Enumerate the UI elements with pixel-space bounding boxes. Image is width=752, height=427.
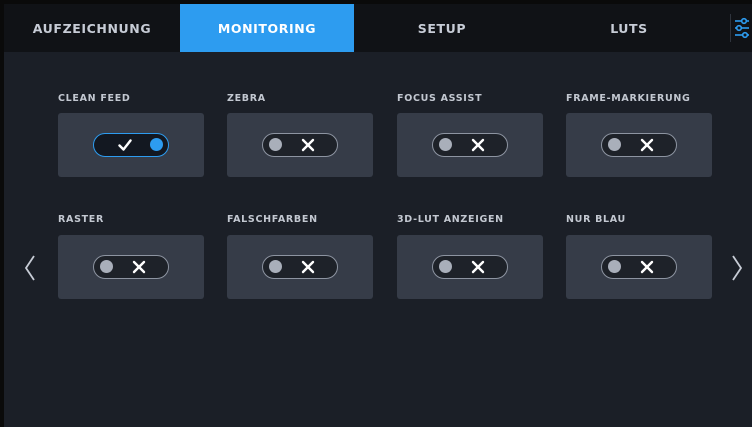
3d-lut-anzeigen-label: 3D-LUT ANZEIGEN <box>397 214 504 225</box>
raster-tile[interactable] <box>58 235 204 299</box>
nur-blau-toggle[interactable] <box>601 255 677 279</box>
falschfarben-tile[interactable] <box>227 235 373 299</box>
chevron-right-icon <box>732 255 743 281</box>
tab-bar: AUFZEICHNUNG MONITORING SETUP LUTS <box>4 4 752 52</box>
zebra-tile[interactable] <box>227 113 373 177</box>
raster-toggle[interactable] <box>93 255 169 279</box>
prev-page-button[interactable] <box>22 252 38 284</box>
frame-markierung-tile[interactable] <box>566 113 712 177</box>
3d-lut-anzeigen-toggle[interactable] <box>432 255 508 279</box>
toggle-knob <box>269 138 282 151</box>
clean-feed-toggle[interactable] <box>93 133 169 157</box>
falschfarben-toggle[interactable] <box>262 255 338 279</box>
tab-luts[interactable]: LUTS <box>530 4 728 52</box>
checkmark-icon <box>118 139 132 151</box>
toggle-knob <box>608 260 621 273</box>
settings-button[interactable] <box>731 4 752 52</box>
tab-monitoring[interactable]: MONITORING <box>180 4 354 52</box>
tab-aufzeichnung[interactable]: AUFZEICHNUNG <box>4 4 180 52</box>
toggle-knob <box>608 138 621 151</box>
focus-assist-tile[interactable] <box>397 113 543 177</box>
toggle-knob <box>150 138 163 151</box>
x-icon <box>301 260 315 274</box>
toggle-knob <box>439 260 452 273</box>
clean-feed-label: CLEAN FEED <box>58 93 131 104</box>
toggle-knob <box>269 260 282 273</box>
next-page-button[interactable] <box>729 252 745 284</box>
frame-markierung-label: FRAME-MARKIERUNG <box>566 93 691 104</box>
x-icon <box>640 138 654 152</box>
nur-blau-label: NUR BLAU <box>566 214 626 225</box>
zebra-toggle[interactable] <box>262 133 338 157</box>
falschfarben-label: FALSCHFARBEN <box>227 214 318 225</box>
x-icon <box>640 260 654 274</box>
3d-lut-anzeigen-tile[interactable] <box>397 235 543 299</box>
clean-feed-tile[interactable] <box>58 113 204 177</box>
tab-setup[interactable]: SETUP <box>354 4 530 52</box>
x-icon <box>471 260 485 274</box>
nur-blau-tile[interactable] <box>566 235 712 299</box>
chevron-left-icon <box>24 255 35 281</box>
monitoring-screen: AUFZEICHNUNG MONITORING SETUP LUTS CLEAN… <box>4 4 752 427</box>
frame-markierung-toggle[interactable] <box>601 133 677 157</box>
zebra-label: ZEBRA <box>227 93 266 104</box>
x-icon <box>301 138 315 152</box>
toggle-knob <box>439 138 452 151</box>
x-icon <box>132 260 146 274</box>
raster-label: RASTER <box>58 214 104 225</box>
x-icon <box>471 138 485 152</box>
focus-assist-toggle[interactable] <box>432 133 508 157</box>
sliders-icon <box>734 17 749 39</box>
toggle-knob <box>100 260 113 273</box>
focus-assist-label: FOCUS ASSIST <box>397 93 483 104</box>
